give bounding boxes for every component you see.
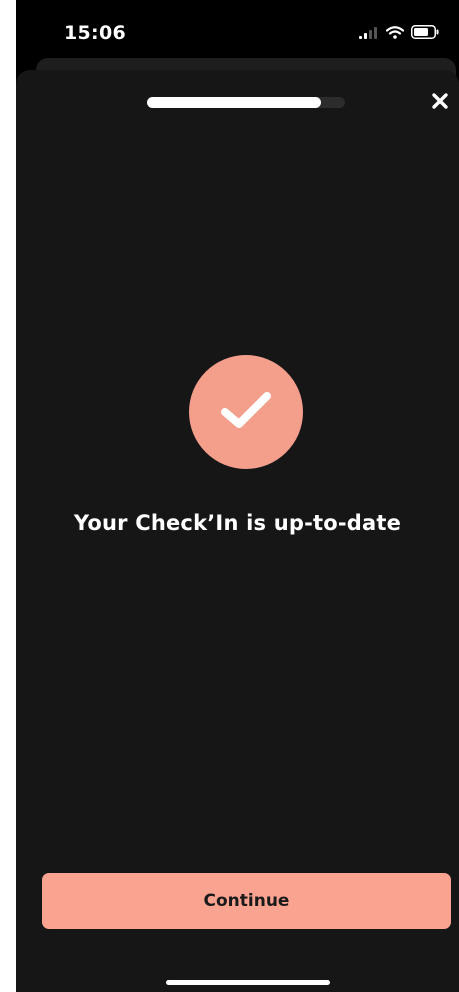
checkmark-icon (217, 388, 275, 436)
wifi-icon (385, 24, 405, 43)
status-time: 15:06 (64, 22, 126, 44)
cellular-signal-icon (359, 24, 379, 43)
progress-bar (147, 97, 345, 108)
success-badge (189, 355, 303, 469)
status-icons (359, 24, 439, 43)
continue-button[interactable]: Continue (42, 873, 451, 929)
progress-fill (147, 97, 322, 108)
close-icon (431, 92, 449, 114)
checkin-sheet: Your Check’In is up-to-date Continue (16, 70, 459, 992)
home-indicator (166, 980, 330, 985)
phone-screen: 15:06 Your Check’In is up-to-date Contin… (16, 0, 459, 992)
status-bar: 15:06 (16, 0, 459, 60)
success-message: Your Check’In is up-to-date (73, 511, 402, 535)
close-button[interactable] (427, 90, 453, 116)
battery-icon (411, 24, 439, 43)
